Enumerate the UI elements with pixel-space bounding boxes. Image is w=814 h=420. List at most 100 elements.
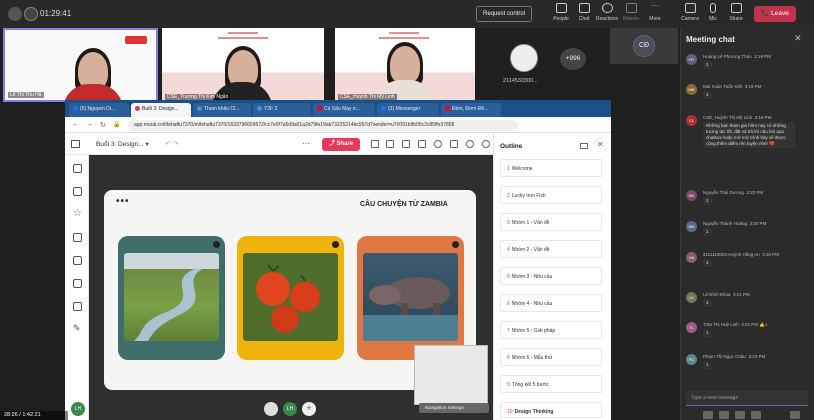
mural-breadcrumb[interactable]: Buổi 3: Design... ▾ [96, 140, 149, 148]
avatar: NH [686, 221, 697, 232]
participant-name: Lê Thị Thu Hà [8, 92, 44, 98]
outline-item[interactable]: 7 Nhóm 5 - Giải pháp [500, 321, 602, 339]
rooms-button[interactable]: Rooms [618, 3, 644, 22]
browser-tab[interactable]: Cá Sấu Mạy n... [313, 103, 375, 117]
tomatoes-image [243, 253, 338, 341]
mic-icon [710, 3, 716, 13]
more-participants-button[interactable]: +996 [560, 48, 586, 70]
format-icon[interactable] [703, 411, 713, 419]
text-icon[interactable] [73, 187, 82, 196]
chat-bubble-icon[interactable] [418, 140, 426, 148]
info-icon[interactable] [8, 7, 22, 21]
video-tile-2[interactable]: CSE_Trương Thị Kim Ngân [162, 28, 324, 102]
video-time: 28:26 / 1:42:21 [4, 412, 41, 418]
outline-icon[interactable] [450, 140, 458, 148]
more-options-icon[interactable]: ⋯ [302, 139, 310, 148]
hippo-image [363, 253, 458, 341]
sticky-note-icon[interactable] [73, 164, 82, 173]
outline-item[interactable]: 6 Nhóm 4 - Nhu cầu [500, 294, 602, 312]
leave-button[interactable]: 📞 Leave [754, 6, 796, 22]
logo [125, 36, 147, 44]
share-tray-button[interactable]: Share [723, 3, 749, 22]
avatar: LH [71, 402, 85, 416]
present-icon[interactable] [580, 143, 588, 149]
outline-item[interactable]: 8 Nhóm 6 - Mẫu thử [500, 348, 602, 366]
outline-item[interactable]: 2 Lucky Iron Fish [500, 186, 602, 204]
close-icon[interactable] [213, 241, 220, 248]
share-button[interactable]: ⤴ Share [322, 138, 360, 151]
download-icon[interactable] [371, 140, 379, 148]
close-icon[interactable] [452, 241, 459, 248]
emoji-icon[interactable] [735, 411, 745, 419]
close-icon[interactable]: ✕ [597, 140, 604, 149]
photo-card-river[interactable] [118, 236, 225, 360]
navigation-settings-button[interactable]: Navigation Settings [419, 403, 489, 413]
avatar: HA [686, 252, 697, 263]
forward-icon[interactable]: → [86, 121, 93, 128]
browser-tab[interactable]: (5) Nguyen Di... [69, 103, 129, 117]
minimap[interactable] [414, 345, 488, 405]
share-icon [730, 3, 742, 13]
close-icon[interactable]: ✕ [794, 33, 802, 44]
send-icon[interactable] [790, 411, 800, 419]
rooms-icon [625, 3, 637, 13]
frame-icon[interactable] [73, 233, 82, 242]
participant-face [390, 46, 420, 84]
menu-icon[interactable] [71, 140, 80, 148]
chat-icon [578, 3, 590, 13]
shapes-icon[interactable] [73, 256, 82, 265]
outline-item[interactable]: 3 Nhóm 1 - Vấn đề [500, 213, 602, 231]
browser-tab[interactable]: Y2F 2 [253, 103, 311, 117]
camera-icon [684, 3, 696, 13]
undo-icon[interactable]: ↶ ↷ [165, 140, 179, 148]
browser-tab-strip: (5) Nguyen Di... Buổi 3: Design... Tham … [65, 100, 611, 117]
browser-tab[interactable]: Đèm, Đơm Đê... [441, 103, 501, 117]
more-button[interactable]: ··· More [642, 1, 668, 23]
browser-tab[interactable]: Tham khảo CI... [193, 103, 251, 117]
grid-icon[interactable] [73, 302, 82, 311]
url-field[interactable]: app.mural.co/t/lehaftu7370/m/lehaftu7370… [128, 120, 518, 131]
video-tile-1[interactable]: Lê Thị Thu Hà [3, 28, 158, 102]
add-icon[interactable]: + [302, 402, 316, 416]
avatar: ND [686, 190, 697, 201]
outline-item[interactable]: 10 Design Thinking [500, 402, 602, 418]
river-image [124, 253, 219, 341]
reactions-button[interactable]: Reactions [594, 3, 620, 22]
settings-icon[interactable] [466, 140, 474, 148]
browser-tab[interactable]: (3) Messenger [377, 103, 439, 117]
reload-icon[interactable]: ↻ [100, 121, 106, 129]
people-icon [555, 3, 567, 13]
chat-title: Meeting chat [686, 35, 735, 44]
card-menu-icon[interactable]: ••• [116, 196, 130, 207]
request-control-button[interactable]: Request control [476, 6, 532, 22]
reactions-icon [601, 3, 613, 13]
video-tile-3[interactable]: CSE_Huỳnh Thị Mỹ Linh [335, 28, 475, 102]
help-icon[interactable] [482, 140, 490, 148]
comment-icon[interactable] [402, 140, 410, 148]
photo-card-hippo[interactable] [357, 236, 464, 360]
outline-item[interactable]: 4 Nhóm 2 - Vấn đề [500, 240, 602, 258]
card-title: CÂU CHUYỆN TỪ ZAMBIA [360, 201, 448, 208]
close-icon[interactable] [332, 241, 339, 248]
avatar: MK [686, 84, 697, 95]
outline-item[interactable]: 9 Tổng kết 5 bước [500, 375, 602, 393]
search-icon[interactable] [434, 140, 442, 148]
back-icon[interactable]: ← [72, 121, 79, 128]
outline-item[interactable]: 1 Welcome [500, 159, 602, 177]
avatar: PC [686, 354, 697, 365]
browser-tab-active[interactable]: Buổi 3: Design... [131, 103, 191, 117]
library-icon[interactable] [73, 279, 82, 288]
chat-compose-input[interactable]: Type a new message [686, 391, 808, 406]
gif-icon[interactable] [751, 411, 761, 419]
photo-card-tomatoes[interactable] [237, 236, 344, 360]
star-icon[interactable]: ☆ [73, 209, 82, 219]
user-avatar[interactable] [264, 402, 278, 416]
outline-item[interactable]: 5 Nhóm 3 - Nhu cầu [500, 267, 602, 285]
more-icon: ··· [651, 1, 659, 10]
avatar: HT [686, 54, 697, 65]
participant-avatar[interactable] [510, 44, 538, 72]
pen-icon[interactable]: ✎ [73, 324, 82, 334]
attach-icon[interactable] [719, 411, 729, 419]
avatar: CL [686, 115, 697, 126]
timer-icon[interactable] [386, 140, 394, 148]
